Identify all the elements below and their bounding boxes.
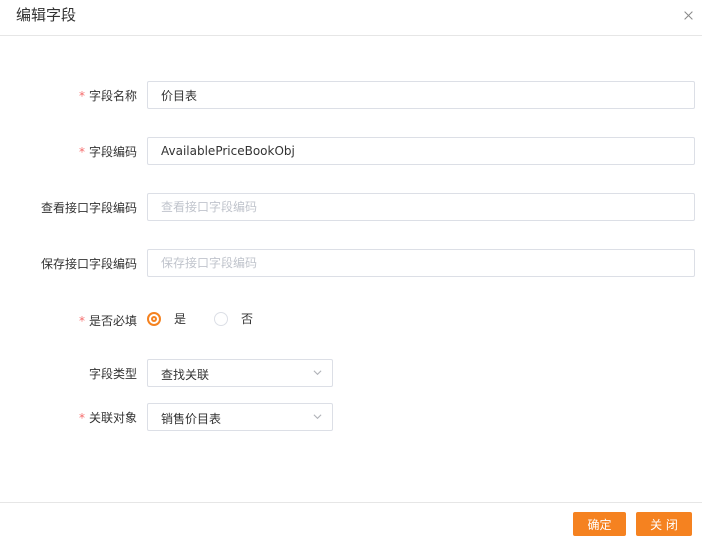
field-name-row: * 字段名称 [0, 81, 702, 109]
field-code-row: * 字段编码 [0, 137, 702, 165]
radio-yes[interactable] [147, 312, 161, 326]
close-icon[interactable] [682, 9, 696, 23]
field-type-value: 查找关联 [161, 368, 210, 382]
field-name-label: * 字段名称 [78, 89, 137, 103]
confirm-button[interactable]: 确定 [573, 512, 626, 536]
view-api-code-label: 查看接口字段编码 [40, 201, 137, 215]
required-mark: * [78, 411, 85, 425]
dialog-footer: 确定 关 闭 [0, 502, 702, 538]
chevron-down-icon [313, 414, 322, 420]
field-type-row: 字段类型 查找关联 [0, 359, 702, 387]
radio-no-label[interactable]: 否 [241, 310, 253, 327]
related-object-select[interactable]: 销售价目表 [147, 403, 333, 431]
view-api-code-row: 查看接口字段编码 [0, 193, 702, 221]
required-mark: * [78, 145, 85, 159]
radio-yes-label[interactable]: 是 [174, 310, 186, 327]
related-object-value: 销售价目表 [161, 412, 222, 426]
is-required-label: * 是否必填 [78, 314, 137, 328]
related-object-row: * 关联对象 销售价目表 [0, 403, 702, 431]
related-object-label: * 关联对象 [78, 411, 137, 425]
field-code-input[interactable] [147, 137, 695, 165]
is-required-row: * 是否必填 是 否 [0, 312, 702, 328]
edit-field-dialog: 编辑字段 *字段名称 *字段编码 查看接口字段编码 保存接口字段编码 *是否必填… [0, 0, 702, 537]
view-api-code-input[interactable] [147, 193, 695, 221]
dialog-header: 编辑字段 [0, 0, 702, 36]
required-mark: * [78, 314, 85, 328]
dialog-title: 编辑字段 [16, 6, 77, 24]
save-api-code-input[interactable] [147, 249, 695, 277]
chevron-down-icon [313, 370, 322, 376]
required-mark: * [78, 89, 85, 103]
save-api-code-row: 保存接口字段编码 [0, 249, 702, 277]
field-type-select[interactable]: 查找关联 [147, 359, 333, 387]
radio-no[interactable] [214, 312, 228, 326]
save-api-code-label: 保存接口字段编码 [40, 257, 137, 271]
field-name-input[interactable] [147, 81, 695, 109]
close-button[interactable]: 关 闭 [636, 512, 692, 536]
field-type-label: 字段类型 [88, 367, 137, 381]
field-code-label: * 字段编码 [78, 145, 137, 159]
